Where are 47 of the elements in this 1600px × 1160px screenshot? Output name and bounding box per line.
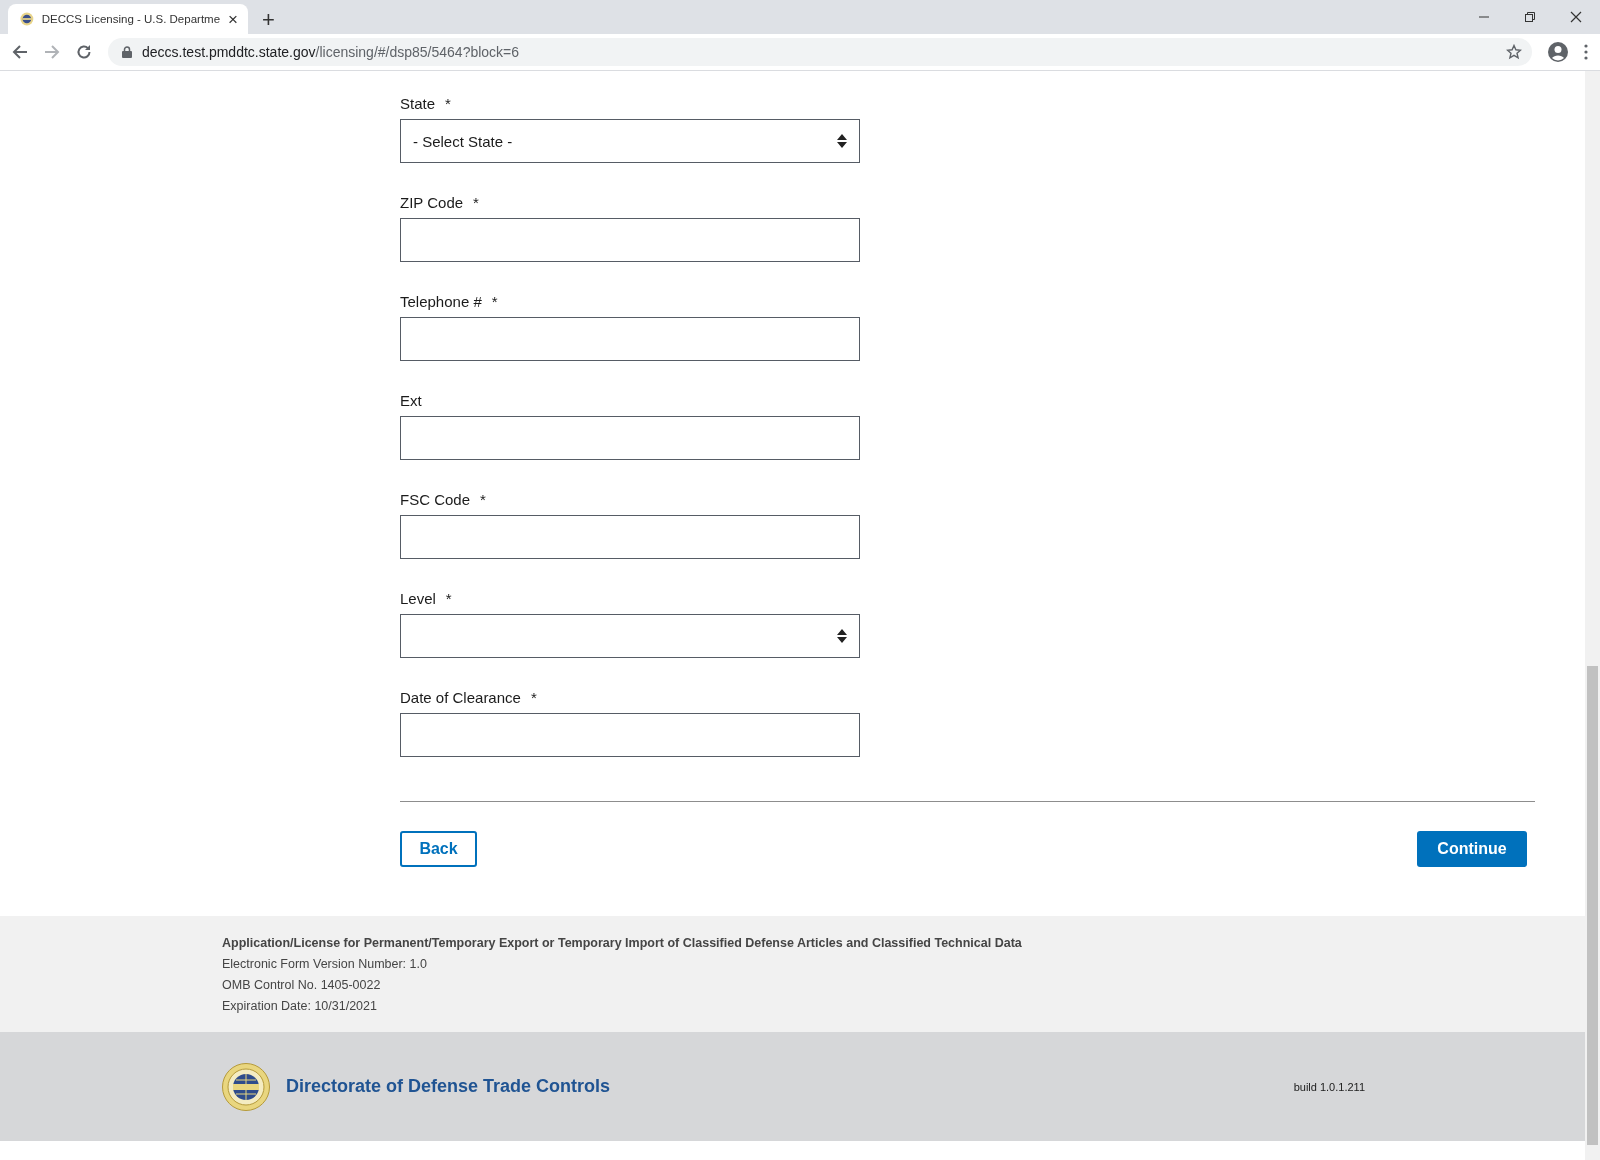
seal-logo-icon bbox=[222, 1062, 270, 1111]
field-label: FSC Code bbox=[400, 490, 471, 508]
reload-icon[interactable] bbox=[76, 44, 92, 60]
input-field[interactable] bbox=[400, 515, 860, 559]
seal-icon bbox=[20, 11, 34, 27]
new-tab-button[interactable]: + bbox=[262, 9, 275, 31]
sort-arrows-icon bbox=[837, 629, 847, 643]
form-title: Application/License for Permanent/Temporary Export or Temporary Import of Classified Defense Articles and Classified Technical Data bbox=[222, 935, 1023, 952]
field-label: ZIP Code bbox=[400, 193, 464, 211]
field-label: Date of Clearance bbox=[400, 688, 521, 706]
form-info-text: Electronic Form Version Number: 1.0 bbox=[222, 956, 428, 973]
field-label: State bbox=[400, 94, 436, 112]
field-label: Telephone # bbox=[400, 292, 482, 310]
close-icon[interactable] bbox=[1570, 11, 1582, 23]
browser-tab[interactable]: DECCS Licensing - U.S. Departme × bbox=[8, 4, 248, 34]
required-mark: * bbox=[530, 688, 537, 706]
form-info-text: OMB Control No. 1405-0022 bbox=[222, 977, 382, 994]
lock-icon bbox=[122, 46, 132, 58]
required-mark: * bbox=[445, 589, 452, 607]
input-field[interactable] bbox=[400, 713, 860, 757]
field-label: Level bbox=[400, 589, 436, 607]
sort-arrows-icon bbox=[837, 134, 847, 148]
back-button[interactable]: Back bbox=[400, 831, 477, 867]
required-mark: * bbox=[491, 292, 498, 310]
input-field[interactable] bbox=[400, 416, 860, 460]
restore-icon[interactable] bbox=[1524, 11, 1536, 23]
profile-icon[interactable] bbox=[1548, 42, 1568, 62]
build-number: build 1.0.1.211 bbox=[1293, 1080, 1365, 1093]
select-field[interactable]: - Select State - bbox=[400, 119, 860, 163]
input-field[interactable] bbox=[400, 317, 860, 361]
tab-title: DECCS Licensing - U.S. Departme bbox=[41, 13, 221, 25]
required-mark: * bbox=[445, 94, 451, 112]
star-icon[interactable] bbox=[1506, 44, 1522, 60]
agency-name: Directorate of Defense Trade Controls bbox=[286, 1076, 611, 1097]
continue-button[interactable]: Continue bbox=[1417, 831, 1527, 867]
required-mark: * bbox=[473, 193, 479, 211]
back-arrow-icon[interactable] bbox=[12, 44, 28, 60]
url-text: deccs.test.pmddtc.state.gov/licensing/#/dsp85/5464?block=6 bbox=[142, 44, 520, 60]
select-field[interactable] bbox=[400, 614, 860, 658]
required-mark: * bbox=[480, 490, 486, 508]
field-label: Ext bbox=[400, 391, 422, 409]
menu-icon[interactable] bbox=[1584, 44, 1588, 60]
close-tab-icon[interactable]: × bbox=[228, 10, 238, 28]
input-field[interactable] bbox=[400, 218, 860, 262]
scrollbar[interactable] bbox=[1585, 71, 1600, 1160]
form-info-text: Expiration Date: 10/31/2021 bbox=[222, 998, 378, 1015]
address-bar[interactable]: deccs.test.pmddtc.state.gov/licensing/#/dsp85/5464?block=6 bbox=[108, 38, 1532, 66]
